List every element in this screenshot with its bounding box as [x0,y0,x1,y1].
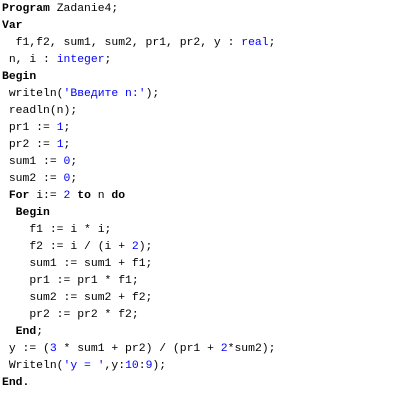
code-text: f2 := i / (i + [2,241,132,253]
code-line: sum1 := sum1 + f1; [2,256,152,273]
code-text: Zadanie4; [49,3,119,15]
code-line: Program Zadanie4; [2,1,118,18]
code-keyword: to [77,190,91,202]
code-text: Writeln( [2,360,64,372]
code-text: writeln( [2,88,64,100]
code-text: sum2 := [2,173,64,185]
code-number: 1 [56,139,64,151]
code-text: *sum2); [227,343,276,355]
code-text: pr2 := pr2 * f2; [2,309,139,321]
code-keyword: End. [2,377,30,389]
code-line: n, i : integer; [2,52,112,69]
code-line: pr2 := pr2 * f2; [2,307,139,324]
code-string: 'y = ' [63,360,105,372]
code-line: f2 := i / (i + 2); [2,239,152,256]
code-text: sum1 := [2,156,64,168]
code-text: n [90,190,112,202]
code-number: 2 [220,343,228,355]
code-keyword: Begin [15,207,50,219]
code-line: readln(n); [2,103,77,120]
code-text: ; [104,54,112,66]
code-line: Begin [2,205,50,222]
code-string: 'Введите n:' [63,88,146,100]
code-line: y := (3 * sum1 + pr2) / (pr1 + 2*sum2); [2,341,276,358]
code-line: pr1 := 1; [2,120,71,137]
code-keyword: Program [2,3,50,15]
code-keyword: End [15,326,37,338]
code-text: ); [145,88,160,100]
code-text: ; [63,139,71,151]
code-text: i:= [29,190,64,202]
code-type: real [241,37,269,49]
code-text: ; [36,326,44,338]
code-keyword: Begin [2,71,37,83]
code-text: f1 := i * i; [2,224,112,236]
code-text: ; [70,173,78,185]
code-text: pr1 := pr1 * f1; [2,275,139,287]
code-number: 1 [56,122,64,134]
code-text: sum1 := sum1 + f1; [2,258,153,270]
code-line: f1 := i * i; [2,222,111,239]
code-text: ; [70,156,78,168]
code-text: : [138,360,146,372]
code-line: End; [2,324,43,341]
code-text: ); [152,360,167,372]
code-line: End. [2,375,29,392]
code-line: writeln('Введите n:'); [2,86,159,103]
code-line: pr2 := 1; [2,137,71,154]
code-editor[interactable]: Program Zadanie4; Var f1,f2, sum1, sum2, … [0,0,405,408]
code-text: pr1 := [2,122,57,134]
code-line: sum2 := 0; [2,171,77,188]
code-text: ,y: [104,360,126,372]
code-text: * sum1 + pr2) / (pr1 + [56,343,221,355]
code-text: sum2 := sum2 + f2; [2,292,153,304]
code-text: f1,f2, sum1, sum2, pr1, pr2, y : [2,37,242,49]
code-number: 10 [125,360,139,372]
code-text: n, i : [2,54,57,66]
code-line: Writeln('y = ',y:10:9); [2,358,166,375]
code-number: 2 [131,241,139,253]
code-keyword: Var [2,20,23,32]
code-keyword: For [8,190,30,202]
code-text: ; [268,37,276,49]
code-line: pr1 := pr1 * f1; [2,273,139,290]
code-line: Begin [2,69,36,86]
code-text: ; [63,122,71,134]
code-line: sum1 := 0; [2,154,77,171]
code-line: Var [2,18,23,35]
code-text: pr2 := [2,139,57,151]
code-text: ); [138,241,153,253]
code-line: For i:= 2 to n do [2,188,125,205]
code-number: 3 [49,343,57,355]
code-type: integer [56,54,105,66]
code-line: sum2 := sum2 + f2; [2,290,152,307]
code-line: f1,f2, sum1, sum2, pr1, pr2, y : real; [2,35,276,52]
code-text: y := ( [2,343,50,355]
code-text: readln(n); [2,105,78,117]
code-keyword: do [111,190,126,202]
